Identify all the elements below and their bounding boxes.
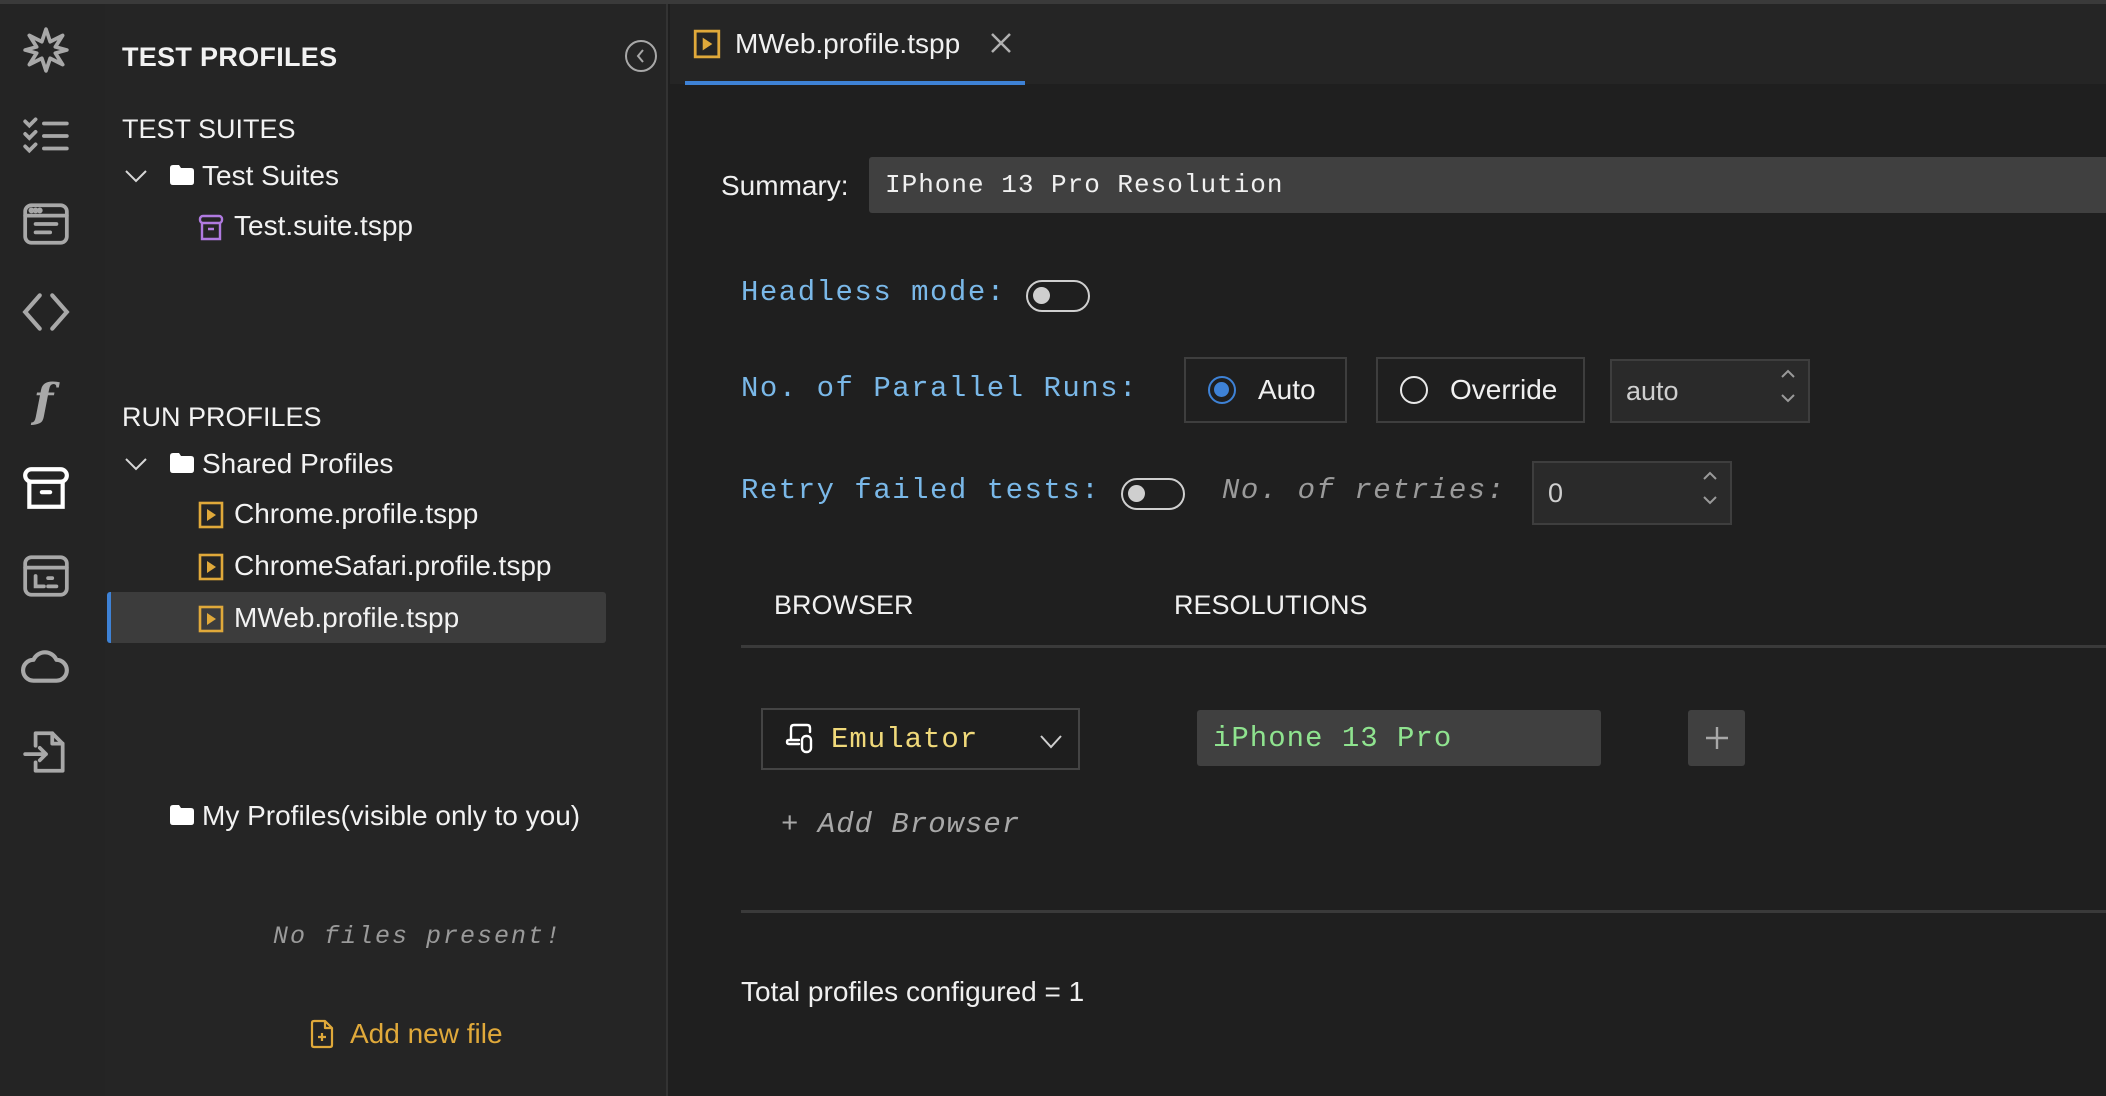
parallel-runs-value: auto <box>1626 375 1679 406</box>
folder-icon <box>170 165 194 185</box>
emulator-device-icon <box>785 723 813 754</box>
sparkle-icon[interactable] <box>20 24 72 76</box>
tab-bar: MWeb.profile.tspp <box>670 4 2106 85</box>
table-footer-divider <box>741 910 2106 913</box>
file-plus-icon <box>310 1019 334 1049</box>
folder-icon <box>170 805 194 825</box>
radio-auto[interactable]: Auto <box>1184 357 1347 423</box>
cloud-icon[interactable] <box>20 638 72 690</box>
tab-label: MWeb.profile.tspp <box>735 28 961 59</box>
add-new-file-button[interactable]: Add new file <box>310 1018 503 1050</box>
radio-override-indicator <box>1400 376 1428 404</box>
retry-failed-label: Retry failed tests: <box>741 474 1101 507</box>
folder-icon <box>170 453 194 473</box>
column-header-browser: BROWSER <box>774 590 914 620</box>
retries-value: 0 <box>1548 477 1564 508</box>
table-header-divider <box>741 645 2106 648</box>
empty-message: No files present! <box>273 922 563 951</box>
add-resolution-button[interactable] <box>1688 710 1745 766</box>
toggle-knob <box>1128 485 1145 502</box>
chevron-down-icon[interactable] <box>1702 495 1718 505</box>
headless-mode-toggle[interactable] <box>1026 280 1090 312</box>
radio-override[interactable]: Override <box>1376 357 1585 423</box>
profile-file-icon <box>693 29 721 59</box>
plus-icon <box>1705 727 1728 749</box>
profile-file-icon <box>198 553 224 581</box>
chevron-down-icon[interactable] <box>122 450 150 478</box>
parallel-runs-spinner[interactable]: auto <box>1610 359 1810 423</box>
file-chromesafari-profile[interactable]: ChromeSafari.profile.tspp <box>234 550 551 582</box>
add-browser-button[interactable]: + Add Browser <box>781 808 1020 841</box>
file-import-icon[interactable] <box>20 726 72 778</box>
function-icon[interactable]: f <box>20 374 72 426</box>
collapse-sidebar-button[interactable] <box>625 40 657 72</box>
folder-my-profiles[interactable]: My Profiles(visible only to you) <box>202 800 580 832</box>
active-tab-indicator <box>685 81 1025 85</box>
chevron-down-icon[interactable] <box>1780 393 1796 403</box>
parallel-runs-label: No. of Parallel Runs: <box>741 372 1138 405</box>
dashboard-window-icon[interactable] <box>20 550 72 602</box>
sidebar: TEST PROFILES TEST SUITES Test Suites Te… <box>105 4 668 1096</box>
file-test-suite[interactable]: Test.suite.tspp <box>234 210 413 242</box>
chevron-left-icon <box>636 49 644 63</box>
file-chrome-profile[interactable]: Chrome.profile.tspp <box>234 498 478 530</box>
chevron-down-icon[interactable] <box>122 162 150 190</box>
profile-file-icon <box>198 605 224 633</box>
retry-failed-toggle[interactable] <box>1121 478 1185 510</box>
browser-value: Emulator <box>831 722 979 756</box>
resolution-chip[interactable]: iPhone 13 Pro <box>1197 710 1601 766</box>
folder-test-suites[interactable]: Test Suites <box>202 160 339 192</box>
add-new-file-label: Add new file <box>350 1018 503 1049</box>
summary-input[interactable] <box>869 157 2106 213</box>
file-mweb-profile[interactable]: MWeb.profile.tspp <box>234 602 459 634</box>
archive-box-icon[interactable] <box>20 462 72 514</box>
toggle-knob <box>1033 287 1050 304</box>
profile-file-icon <box>198 501 224 529</box>
run-profiles-heading: RUN PROFILES <box>122 402 322 432</box>
folder-shared-profiles[interactable]: Shared Profiles <box>202 448 393 480</box>
summary-label: Summary: <box>721 170 849 201</box>
total-profiles-label: Total profiles configured = 1 <box>741 976 1085 1007</box>
retries-spinner[interactable]: 0 <box>1532 461 1732 525</box>
editor: MWeb.profile.tspp Summary: Headless mode… <box>670 4 2106 1096</box>
chevron-down-icon <box>1040 735 1062 749</box>
retries-label: No. of retries: <box>1222 474 1506 507</box>
sidebar-title: TEST PROFILES <box>122 42 338 72</box>
radio-auto-label: Auto <box>1258 374 1316 405</box>
headless-mode-label: Headless mode: <box>741 276 1006 309</box>
radio-override-label: Override <box>1450 374 1558 405</box>
test-suite-file-icon <box>198 214 224 241</box>
browser-select[interactable]: Emulator <box>761 708 1080 770</box>
chevron-up-icon[interactable] <box>1780 369 1796 379</box>
svg-text:f: f <box>31 375 61 425</box>
chevron-up-icon[interactable] <box>1702 471 1718 481</box>
code-brackets-icon[interactable] <box>20 286 72 338</box>
close-icon[interactable] <box>988 30 1014 56</box>
browser-window-icon[interactable] <box>20 198 72 250</box>
radio-auto-indicator <box>1208 376 1236 404</box>
activity-bar: f <box>0 4 105 1096</box>
column-header-resolutions: RESOLUTIONS <box>1174 590 1368 620</box>
tab-mweb-profile[interactable]: MWeb.profile.tspp <box>685 4 1005 84</box>
test-checklist-icon[interactable] <box>20 110 72 162</box>
test-suites-heading: TEST SUITES <box>122 114 296 144</box>
